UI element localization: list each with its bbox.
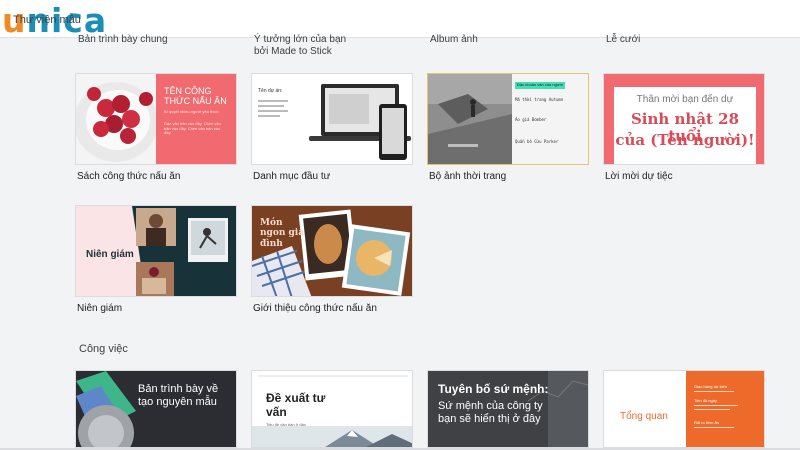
prev-caption-1: Bản trình bày chung [78, 34, 168, 45]
template-mission-statement[interactable]: Tuyên bố sứ mệnh: Sứ mệnh của công ty bạ… [427, 370, 589, 448]
skater-photo [428, 74, 512, 164]
laptop-phone-mockup [309, 84, 411, 160]
lookbook-line-3: Quần bò Cừu Parker [515, 139, 559, 144]
invite-paper: Thân mời bạn đến dự Sinh nhật 28 tuổi củ… [614, 87, 756, 164]
template-recipe-book[interactable]: TÊN CÔNG THỨC NẤU ĂN Bí quyết nhiều ngườ… [75, 73, 237, 165]
recipe-title: TÊN CÔNG THỨC NẤU ĂN [164, 86, 227, 107]
mountain-image [252, 426, 412, 447]
overview-orange-panel: Giao hàng dự kiến Tiến độ ngày Rủi ro ti… [686, 371, 764, 447]
caption-yearbook: Niên giám [77, 303, 123, 314]
template-yearbook[interactable]: Niên giám [75, 205, 237, 297]
prev-caption-4: Lễ cưới [606, 34, 641, 45]
gallery-title: Thư viện mẫu [13, 14, 81, 26]
overview-heading-2: Tiến độ ngày [694, 398, 717, 403]
overview-title: Tổng quan [620, 411, 668, 422]
prototype-title: Bản trình bày về tạo nguyên mẫu [138, 383, 219, 408]
invite-line-3: của (Tên người)! [615, 131, 755, 149]
template-party-invite[interactable]: Thân mời bạn đến dự Sinh nhật 28 tuổi củ… [603, 73, 765, 165]
caption-recipe-intro: Giới thiệu công thức nấu ăn [253, 303, 377, 314]
top-bar: unica Thư viện mẫu Bản trình bày chung Ý… [0, 0, 800, 45]
caption-portfolio: Danh mục đầu tư [253, 171, 331, 182]
caption-fashion-lookbook: Bộ ảnh thời trang [429, 171, 507, 182]
template-prototype-presentation[interactable]: Bản trình bày về tạo nguyên mẫu [75, 370, 237, 448]
prev-caption-3: Album ảnh [430, 34, 478, 45]
caption-party-invite: Lời mời dự tiệc [605, 171, 673, 182]
recipe-text-panel: TÊN CÔNG THỨC NẤU ĂN Bí quyết nhiều ngườ… [156, 74, 236, 164]
overview-heading-3: Rủi ro tiềm ẩn [694, 420, 719, 425]
section-work-label: Công việc [79, 343, 128, 355]
portfolio-title: Tên dự án: [258, 88, 283, 94]
recipe-subtitle: Bí quyết nhiều người yêu thích [164, 109, 219, 114]
prev-caption-2: Ý tưởng lớn của bạn [254, 34, 347, 45]
prev-caption-2-sub: bởi Made to Stick [254, 46, 332, 57]
lookbook-highlight: Đặc khoản văn của người [515, 82, 565, 89]
lookbook-line-2: Áo giá Bomber [515, 117, 547, 122]
lookbook-line-1: Mã thời trang Autumn [515, 97, 564, 102]
invite-line-1: Thân mời bạn đến dự [636, 94, 734, 105]
mission-body: Sứ mệnh của công ty bạn sẽ hiển thị ở đâ… [438, 400, 543, 425]
bowl-photo [76, 74, 158, 164]
mission-title: Tuyên bố sứ mệnh: [438, 382, 549, 396]
template-recipe-intro[interactable]: Món ngon gia đình [251, 205, 413, 297]
yearbook-title: Niên giám [86, 249, 134, 260]
overview-heading-1: Giao hàng dự kiến [694, 384, 727, 389]
proposal-header-line [258, 375, 408, 377]
template-gallery-page: unica Thư viện mẫu Bản trình bày chung Ý… [0, 0, 800, 450]
template-overview[interactable]: Tổng quan Giao hàng dự kiến Tiến độ ngày… [603, 370, 765, 448]
proposal-title: Đề xuất tư vấn [266, 391, 326, 419]
recipe-body: Dán văn bản vào đây. Chèn văn bản vào đâ… [164, 121, 221, 136]
template-fashion-lookbook[interactable]: Đặc khoản văn của người Mã thời trang Au… [427, 73, 589, 165]
template-consulting-proposal[interactable]: Đề xuất tư vấn Tiêu đề văn bản ở đây [251, 370, 413, 448]
lookbook-text-panel: Đặc khoản văn của người Mã thời trang Au… [512, 74, 588, 164]
recipe-intro-title: Món ngon gia đình [260, 218, 305, 249]
raspberry-bowl-image [76, 82, 158, 162]
caption-recipe-book: Sách công thức nấu ăn [77, 171, 181, 182]
template-portfolio[interactable]: Tên dự án: [251, 73, 413, 165]
portfolio-text-lines [258, 100, 290, 130]
